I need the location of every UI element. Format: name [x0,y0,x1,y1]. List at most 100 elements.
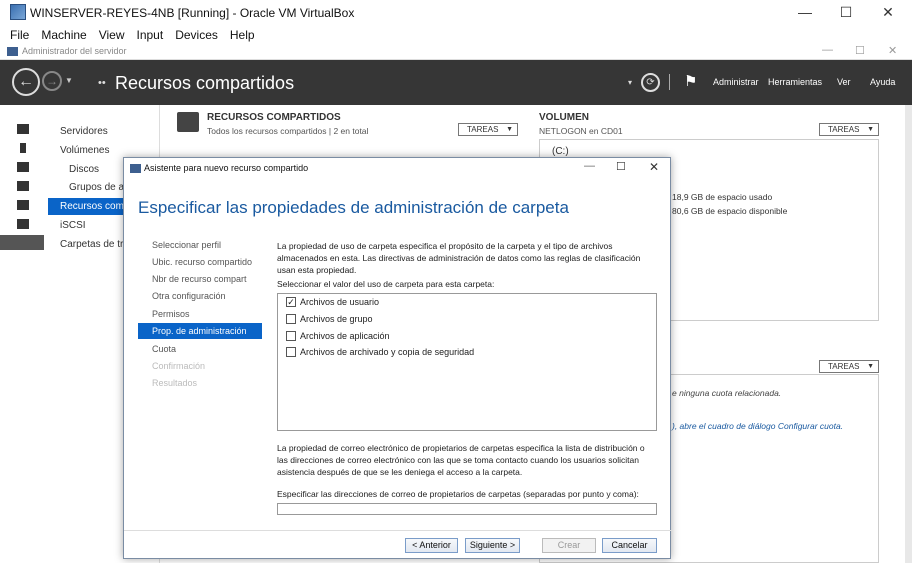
wizard-heading: Especificar las propiedades de administr… [138,198,569,217]
sm-close-button[interactable]: ✕ [888,44,897,57]
checkbox-archivos-usuario[interactable]: ✓ [286,297,296,307]
create-button: Crear [542,538,596,553]
volume-tareas-dropdown[interactable]: TAREAS [819,123,879,136]
vbox-menu-bar: File Machine View Input Devices Help [0,25,912,45]
history-dropdown-icon[interactable]: ▼ [65,76,73,85]
menu-machine[interactable]: Machine [41,28,86,42]
menu-ver[interactable]: Ver [837,77,851,87]
server-manager-title-bar: Administrador del servidor — ☐ ✕ [0,44,912,60]
selected-role-icon[interactable] [0,235,44,250]
dialog-title: Asistente para nuevo recurso compartido [144,163,309,173]
sidebar-item-recursos[interactable]: Recursos com [60,201,124,212]
next-button[interactable]: Siguiente > [465,538,520,553]
step-otra-configuracion[interactable]: Otra configuración [152,291,226,301]
owner-email-description: La propiedad de correo electrónico de pr… [277,443,645,477]
option-archivos-grupo[interactable]: Archivos de grupo [286,314,373,324]
maximize-button[interactable]: ☐ [826,2,866,22]
menu-herramientas[interactable]: Herramientas [768,77,822,87]
back-button[interactable]: < Anterior [405,538,458,553]
shares-section-title: RECURSOS COMPARTIDOS [207,112,341,123]
sm-minimize-button[interactable]: — [822,44,833,56]
menu-administrar[interactable]: Administrar [713,77,759,87]
checkbox-archivos-aplicacion[interactable] [286,331,296,341]
shares-section-subtitle: Todos los recursos compartidos | 2 en to… [207,126,369,136]
button-separator [124,530,672,531]
server-manager-header: ← → ▼ •• Recursos compartidos ▾ ⟳ ⚑ Admi… [0,60,912,105]
menu-file[interactable]: File [10,28,29,42]
cancel-button[interactable]: Cancelar [602,538,657,553]
step-confirmacion: Confirmación [152,361,206,371]
menu-input[interactable]: Input [137,28,164,42]
checkbox-archivado-copia[interactable] [286,347,296,357]
owner-email-label: Especificar las direcciones de correo de… [277,489,639,499]
minimize-button[interactable]: — [785,2,825,22]
flag-icon[interactable]: ⚑ [684,72,697,90]
volume-drive-label: (C:) [552,146,569,157]
option-label: Archivos de grupo [300,314,373,324]
vbox-window-title: WINSERVER-REYES-4NB [Running] - Oracle V… [30,5,355,20]
dropdown-icon[interactable]: ▾ [628,78,632,87]
refresh-icon[interactable]: ⟳ [641,73,660,92]
sidebar-item-volumenes[interactable]: Volúmenes [60,145,109,156]
menu-devices[interactable]: Devices [175,28,218,42]
configure-quota-link[interactable]: ), abre el cuadro de diálogo Configurar … [672,421,843,431]
page-title: Recursos compartidos [115,73,295,93]
new-share-wizard-dialog: Asistente para nuevo recurso compartido … [123,157,672,559]
iis-icon[interactable] [17,219,29,229]
sidebar-item-carpetas[interactable]: Carpetas de tr [60,239,123,250]
dialog-minimize-button[interactable]: — [584,160,595,172]
folder-usage-list: ✓ Archivos de usuario Archivos de grupo … [277,293,657,431]
option-label: Archivos de aplicación [300,331,390,341]
volume-section-subtitle: NETLOGON en CD01 [539,126,623,136]
step-permisos[interactable]: Permisos [152,309,190,319]
step-prop-administracion[interactable]: Prop. de administración [152,326,247,336]
dialog-close-button[interactable]: ✕ [649,160,659,174]
sidebar-item-grupos[interactable]: Grupos de a [69,182,124,193]
menu-help[interactable]: Help [230,28,255,42]
option-label: Archivos de usuario [300,297,380,307]
virtualbox-icon [10,4,26,20]
free-space-text: 80,6 GB de espacio disponible [672,206,788,216]
option-archivos-aplicacion[interactable]: Archivos de aplicación [286,331,390,341]
quota-none-text: e ninguna cuota relacionada. [672,388,782,398]
shares-folder-icon [177,112,199,132]
scrollbar[interactable] [905,105,912,563]
close-button[interactable]: ✕ [868,2,908,22]
volume-section-title: VOLUMEN [539,112,589,123]
menu-ayuda[interactable]: Ayuda [870,77,895,87]
sidebar-item-discos[interactable]: Discos [69,164,99,175]
local-server-icon[interactable] [20,143,26,153]
step-resultados: Resultados [152,378,198,388]
wizard-icon [130,164,141,173]
option-archivos-usuario[interactable]: ✓ Archivos de usuario [286,297,379,307]
vbox-title-bar: WINSERVER-REYES-4NB [Running] - Oracle V… [0,0,912,25]
forward-arrow-icon[interactable]: → [42,71,62,91]
back-arrow-icon[interactable]: ← [12,68,40,96]
sidebar-item-iscsi[interactable]: iSCSI [60,220,86,231]
option-archivado-copia[interactable]: Archivos de archivado y copia de segurid… [286,347,474,357]
shares-tareas-dropdown[interactable]: TAREAS [458,123,518,136]
file-services-icon[interactable] [17,181,29,191]
quota-tareas-dropdown[interactable]: TAREAS [819,360,879,373]
step-cuota[interactable]: Cuota [152,344,176,354]
folder-usage-label: Seleccionar el valor del uso de carpeta … [277,279,495,289]
owner-email-input[interactable] [277,503,657,515]
server-manager-window-title: Administrador del servidor [22,46,127,56]
storage-icon[interactable] [17,200,29,210]
sidebar-item-servidores[interactable]: Servidores [60,126,108,137]
step-nombre[interactable]: Nbr de recurso compart [152,274,247,284]
sm-maximize-button[interactable]: ☐ [855,44,865,57]
header-divider [669,74,670,90]
menu-view[interactable]: View [99,28,125,42]
all-servers-icon[interactable] [17,162,29,172]
folder-usage-description: La propiedad de uso de carpeta especific… [277,241,641,275]
breadcrumb-separator: •• [98,77,106,89]
option-label: Archivos de archivado y copia de segurid… [300,347,475,357]
step-ubicacion[interactable]: Ubic. recurso compartido [152,257,252,267]
dashboard-icon[interactable] [17,124,29,134]
step-seleccionar-perfil[interactable]: Seleccionar perfil [152,240,221,250]
dialog-maximize-button[interactable]: ☐ [616,160,626,173]
checkbox-archivos-grupo[interactable] [286,314,296,324]
server-manager-icon [7,47,18,56]
used-space-text: 18,9 GB de espacio usado [672,192,773,202]
